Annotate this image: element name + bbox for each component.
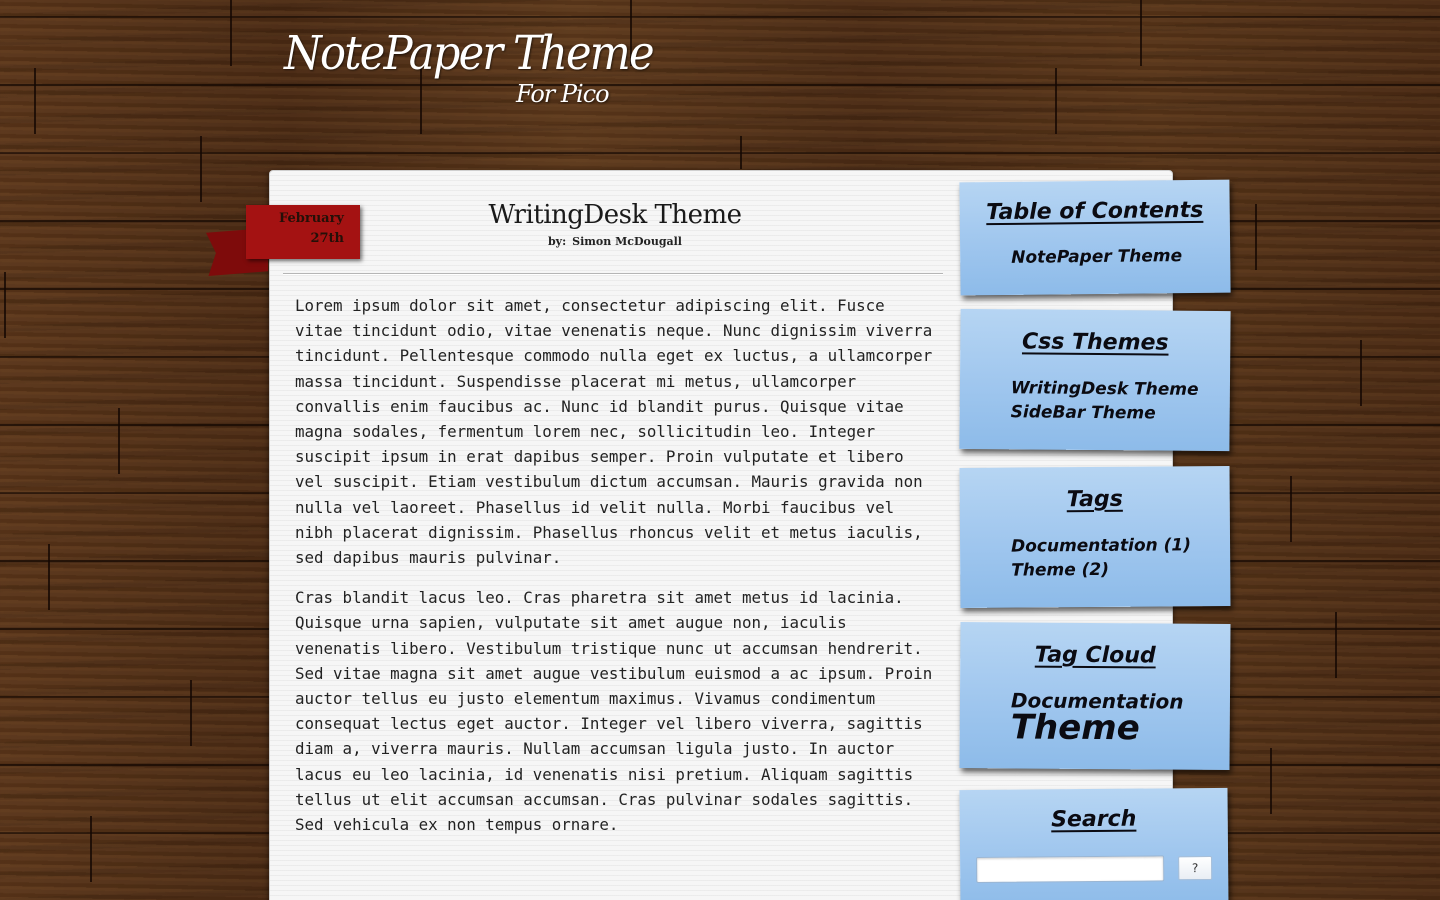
post-paragraph: Cras blandit lacus leo. Cras pharetra si…: [295, 588, 933, 835]
wood-seam: [1255, 204, 1257, 270]
wood-seam: [1055, 68, 1057, 134]
wood-seam: [230, 0, 232, 66]
wood-seam: [1335, 612, 1337, 678]
byline-prefix: by:: [547, 235, 567, 248]
toc-link-notepaper-theme[interactable]: NotePaper Theme: [1011, 244, 1182, 270]
post-divider: [283, 273, 943, 274]
css-themes-heading: Css Themes: [1021, 329, 1169, 356]
search-heading: Search: [1051, 806, 1137, 833]
css-theme-link-writingdesk[interactable]: WritingDesk Theme: [1011, 376, 1199, 402]
tag-cloud-list: Documentation Theme: [1011, 688, 1184, 748]
tag-link-theme[interactable]: Theme (2): [1011, 557, 1191, 582]
author-name: Simon McDougall: [572, 235, 682, 248]
wood-seam: [190, 680, 192, 746]
wood-seam: [1270, 748, 1272, 814]
toc-heading: Table of Contents: [986, 197, 1204, 226]
wood-seam: [34, 68, 36, 134]
search-widget: Search ?: [959, 787, 1229, 900]
css-themes-widget: Css Themes WritingDesk Theme SideBar The…: [959, 308, 1231, 452]
wood-seam: [1290, 476, 1292, 542]
search-input[interactable]: [976, 855, 1165, 884]
site-title: NotePaper Theme: [284, 26, 655, 81]
tags-heading: Tags: [1066, 486, 1123, 513]
post-body: Lorem ipsum dolor sit amet, consectetur …: [295, 293, 935, 852]
wood-seam: [740, 136, 742, 169]
toc-widget: Table of Contents NotePaper Theme: [959, 179, 1231, 296]
search-button[interactable]: ?: [1178, 855, 1213, 881]
wood-seam: [1140, 0, 1142, 66]
post-paragraph: Lorem ipsum dolor sit amet, consectetur …: [295, 296, 933, 568]
css-theme-link-sidebar[interactable]: SideBar Theme: [1011, 400, 1199, 426]
toc-list: NotePaper Theme: [1011, 244, 1182, 270]
wood-seam: [4, 272, 6, 338]
tag-cloud-link-theme[interactable]: Theme: [1011, 707, 1184, 748]
wood-seam: [118, 408, 120, 474]
wood-seam: [1360, 340, 1362, 406]
site-logo[interactable]: NotePaper Theme For Pico: [284, 26, 704, 118]
wood-seam: [90, 816, 92, 882]
tag-cloud-heading: Tag Cloud: [1034, 642, 1156, 669]
post-title: WritingDesk Theme: [488, 200, 742, 230]
tags-widget: Tags Documentation (1) Theme (2): [959, 466, 1231, 608]
wood-seam: [200, 136, 202, 202]
tag-cloud-widget: Tag Cloud Documentation Theme: [959, 622, 1231, 770]
css-themes-list: WritingDesk Theme SideBar Theme: [1011, 376, 1199, 426]
tags-list: Documentation (1) Theme (2): [1011, 533, 1191, 582]
wood-seam: [48, 544, 50, 610]
post-byline: by: Simon McDougall: [280, 235, 950, 248]
tag-link-documentation[interactable]: Documentation (1): [1011, 533, 1191, 558]
site-subtitle: For Pico: [516, 80, 610, 108]
